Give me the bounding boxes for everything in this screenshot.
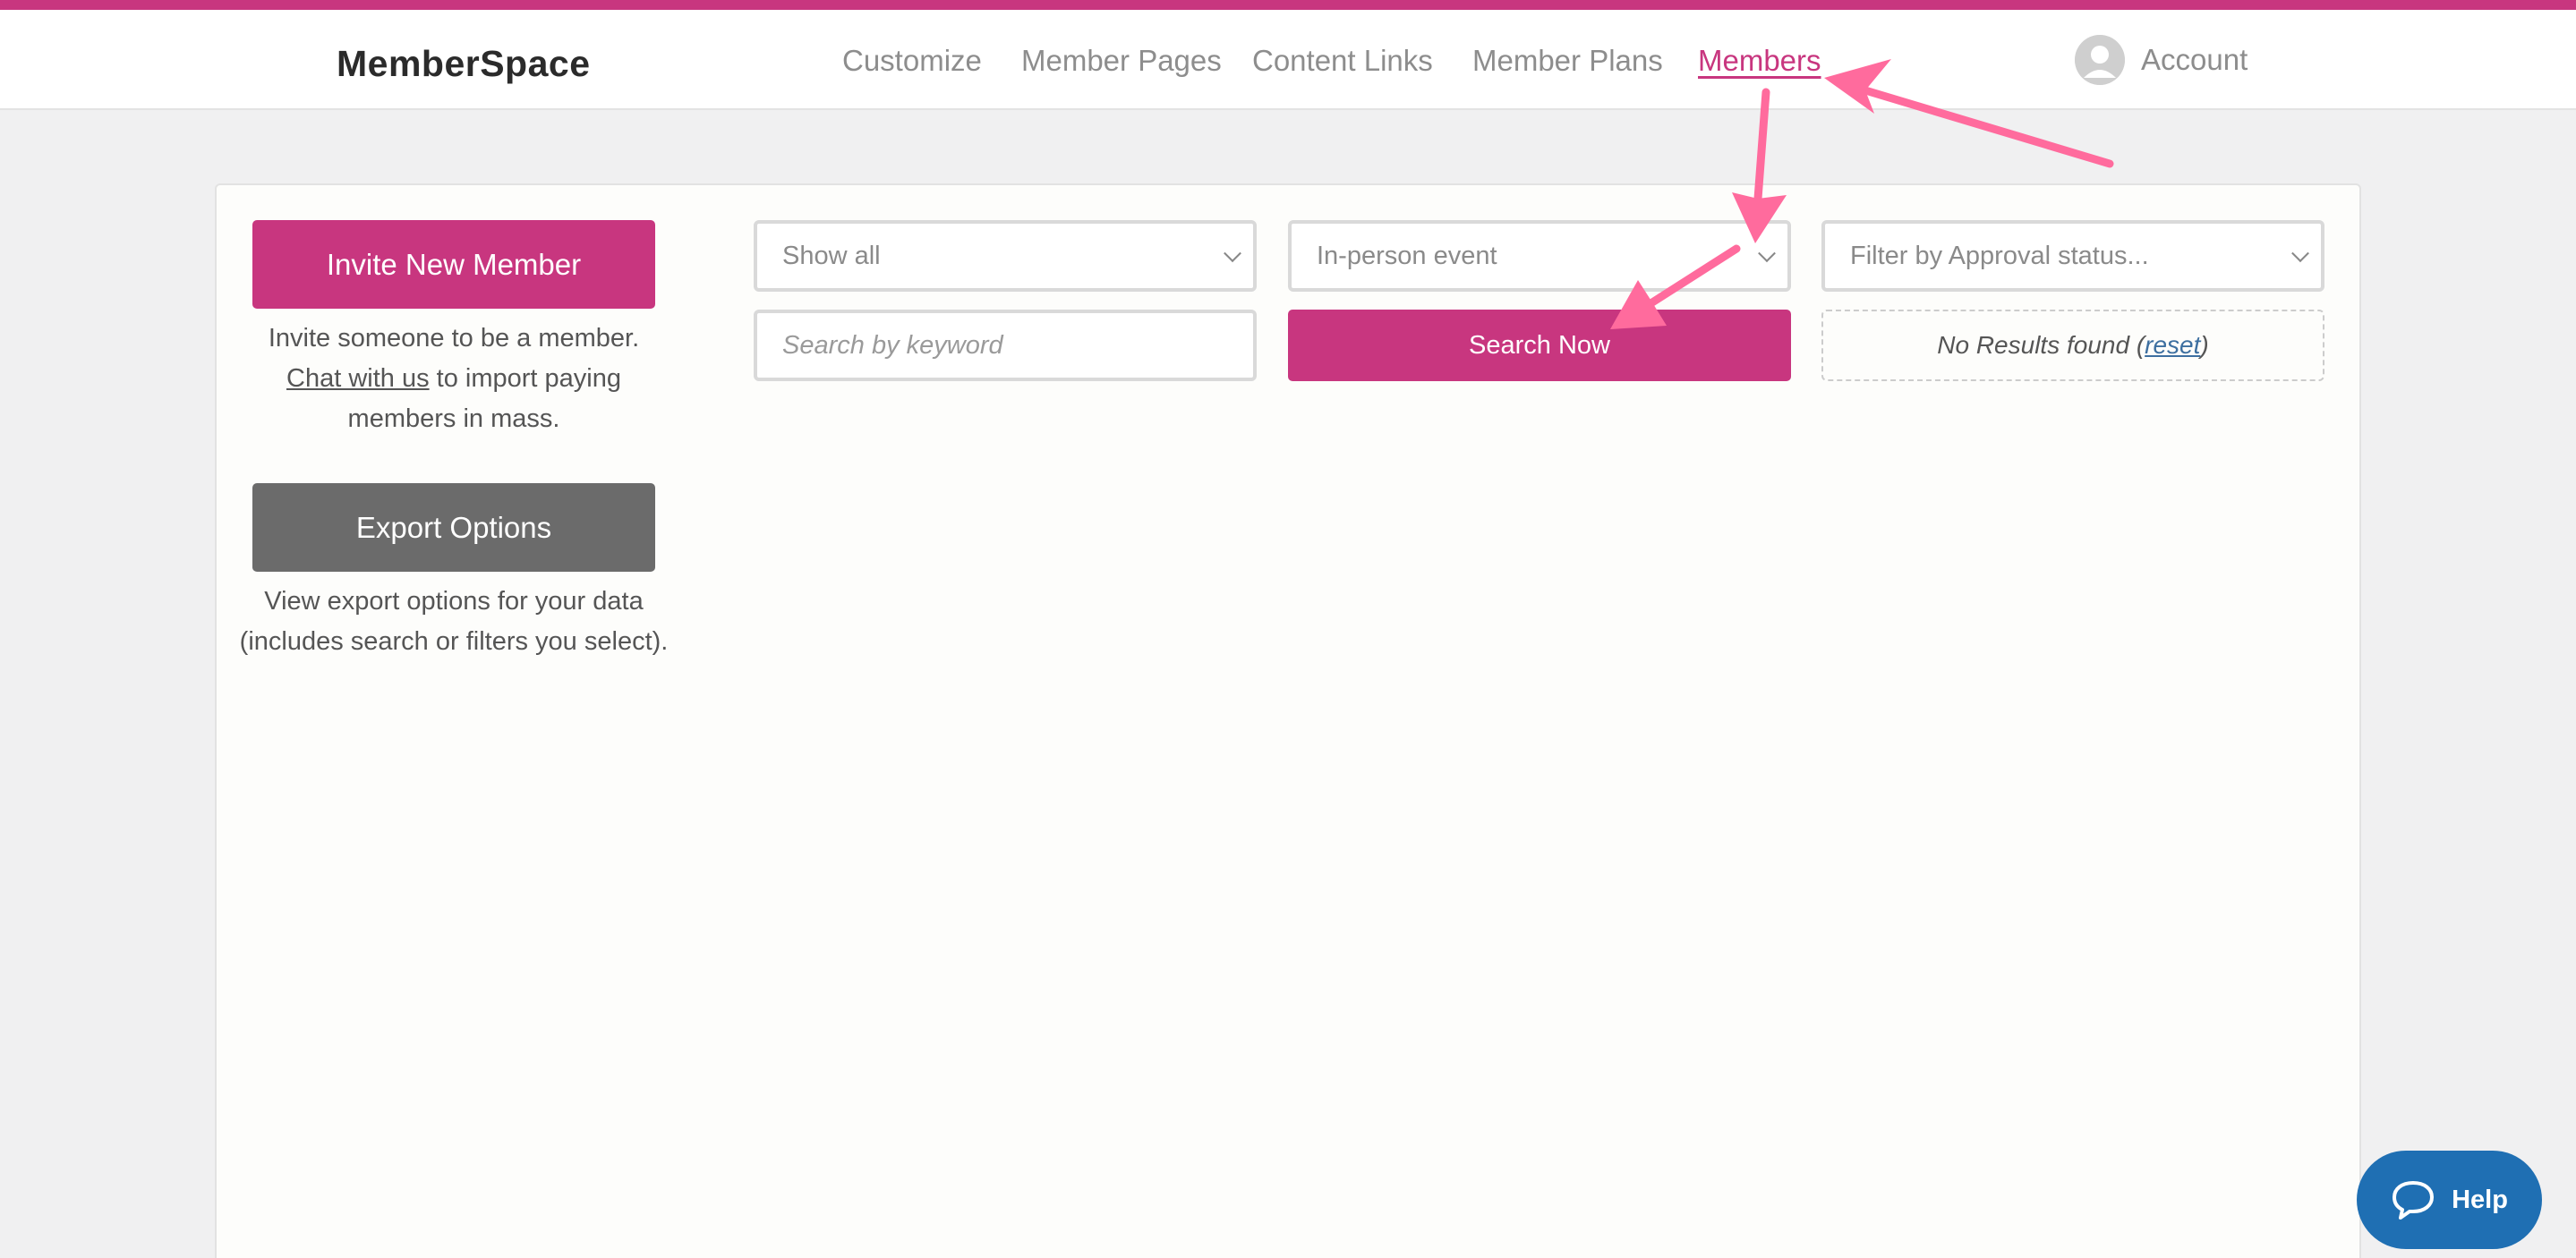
nav-member-pages[interactable]: Member Pages [1021, 44, 1222, 78]
memberspace-logo[interactable]: MemberSpace [335, 37, 591, 90]
keyword-search-input[interactable]: Search by keyword [754, 310, 1257, 381]
account-label: Account [2141, 43, 2248, 76]
invite-help-text: Invite someone to be a member. Chat with… [235, 319, 673, 439]
nav-members[interactable]: Members [1698, 44, 1821, 78]
chevron-down-icon [2291, 244, 2309, 263]
export-help-text: View export options for your data (inclu… [239, 587, 669, 656]
account-menu[interactable]: Account [2075, 33, 2248, 87]
logo-text: MemberSpace [337, 42, 591, 84]
no-results-text: No Results found [1937, 331, 2130, 359]
reset-link[interactable]: reset [2145, 331, 2200, 360]
keyword-search-placeholder: Search by keyword [782, 330, 1003, 360]
nav-content-links[interactable]: Content Links [1252, 44, 1433, 78]
search-now-button[interactable]: Search Now [1288, 310, 1791, 381]
event-filter-select[interactable]: In-person event [1288, 220, 1791, 292]
approval-status-select[interactable]: Filter by Approval status... [1821, 220, 2324, 292]
show-filter-value: Show all [782, 241, 881, 270]
approval-status-value: Filter by Approval status... [1850, 241, 2149, 270]
event-filter-value: In-person event [1317, 241, 1497, 270]
chat-bubble-icon [2393, 1181, 2435, 1220]
nav-member-plans[interactable]: Member Plans [1472, 44, 1663, 78]
top-accent-stripe [0, 0, 2576, 10]
top-navigation-bar: MemberSpace Customize Member Pages Conte… [0, 10, 2576, 110]
chat-with-us-link[interactable]: Chat with us [286, 364, 430, 393]
invite-new-member-button[interactable]: Invite New Member [252, 220, 655, 309]
show-filter-select[interactable]: Show all [754, 220, 1257, 292]
results-status: No Results found (reset) [1821, 310, 2324, 381]
help-widget-label: Help [2452, 1185, 2508, 1214]
chevron-down-icon [1224, 244, 1241, 263]
help-widget-button[interactable]: Help [2357, 1151, 2542, 1249]
invite-help-line1: Invite someone to be a member. [268, 324, 640, 353]
nav-customize[interactable]: Customize [842, 44, 982, 78]
avatar-icon [2075, 35, 2125, 85]
export-options-button[interactable]: Export Options [252, 483, 655, 572]
chevron-down-icon [1758, 244, 1776, 263]
